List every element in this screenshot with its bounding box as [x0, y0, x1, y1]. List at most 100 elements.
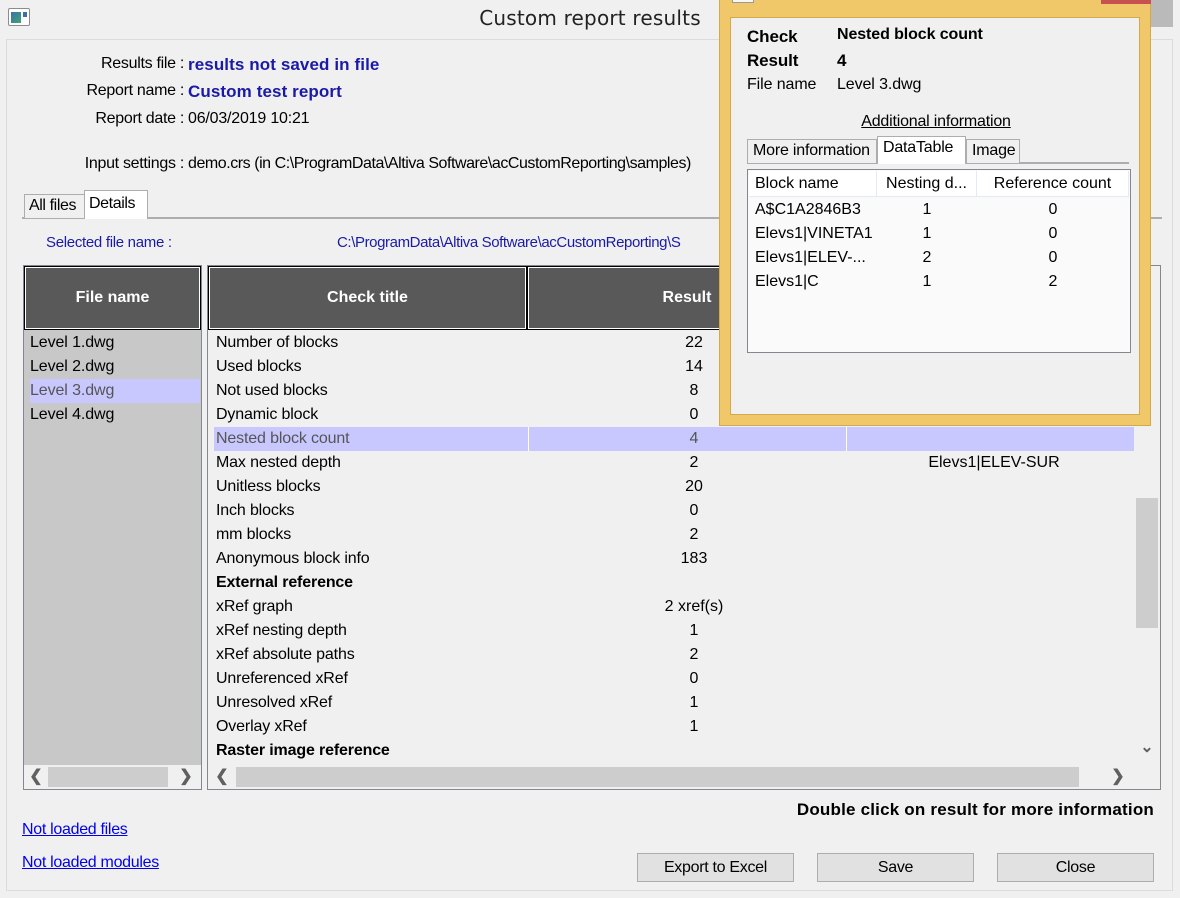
- tab-more-information[interactable]: More information: [747, 139, 877, 163]
- check-title: Inch blocks: [216, 502, 295, 519]
- check-result: 2 xref(s): [664, 598, 724, 615]
- data-table-row[interactable]: Elevs1|VINETA1 1 0: [748, 222, 1130, 246]
- selected-file-label: Selected file name :: [46, 234, 172, 251]
- tab-details[interactable]: Details: [84, 190, 148, 219]
- check-result: 2: [689, 526, 699, 543]
- files-horizontal-scrollbar[interactable]: ❮ ❯: [24, 765, 201, 789]
- check-row[interactable]: xRef graph 2 xref(s): [214, 595, 1134, 619]
- save-button[interactable]: Save: [817, 853, 974, 882]
- reference-count-cell: 0: [1048, 249, 1058, 266]
- popup-close-button[interactable]: [1101, 0, 1151, 4]
- nesting-depth-cell: 2: [922, 249, 932, 266]
- reference-count-cell: 2: [1048, 273, 1058, 290]
- check-row[interactable]: Anonymous block info 183: [214, 547, 1134, 571]
- block-name-column-header[interactable]: Block name: [749, 171, 877, 197]
- report-name-label: Report name :: [86, 82, 185, 99]
- data-table-row[interactable]: Elevs1|C 1 2: [748, 270, 1130, 294]
- check-result: 20: [685, 478, 703, 495]
- check-row[interactable]: Inch blocks 0: [214, 499, 1134, 523]
- result-detail-popup: Check Nested block count Result 4 File n…: [719, 0, 1151, 426]
- reference-count-cell: 0: [1048, 225, 1058, 242]
- tab-datatable[interactable]: DataTable: [877, 136, 966, 164]
- check-title: Unresolved xRef: [216, 694, 333, 711]
- check-title: xRef absolute paths: [216, 646, 355, 663]
- not-loaded-files-link[interactable]: Not loaded files: [22, 821, 128, 839]
- nesting-depth-cell: 1: [922, 273, 932, 290]
- check-row[interactable]: Max nested depth 2 Elevs1|ELEV-SUR: [214, 451, 1134, 475]
- check-row[interactable]: xRef absolute paths 2: [214, 643, 1134, 667]
- file-row[interactable]: Level 1.dwg: [30, 331, 200, 355]
- check-row[interactable]: Unitless blocks 20: [214, 475, 1134, 499]
- data-table-row[interactable]: A$C1A2846B3 1 0: [748, 198, 1130, 222]
- tab-all-files[interactable]: All files: [24, 194, 86, 218]
- not-loaded-modules-link[interactable]: Not loaded modules: [22, 854, 159, 872]
- export-to-excel-button[interactable]: Export to Excel: [637, 853, 794, 882]
- scrollbar-thumb[interactable]: [48, 767, 168, 787]
- data-table-row[interactable]: Elevs1|ELEV-... 2 0: [748, 246, 1130, 270]
- check-result: 1: [689, 622, 699, 639]
- check-title: Overlay xRef: [216, 718, 307, 735]
- file-row[interactable]: Level 4.dwg: [30, 403, 200, 427]
- checks-horizontal-scrollbar[interactable]: ❮ ❯: [208, 765, 1134, 789]
- check-result: 183: [680, 550, 708, 567]
- block-name-cell: A$C1A2846B3: [755, 201, 861, 218]
- check-group-row[interactable]: External reference: [214, 571, 1134, 595]
- scroll-left-icon[interactable]: ❮: [26, 765, 46, 789]
- report-date-label: Report date :: [95, 110, 184, 127]
- instruction-text: Double click on result for more informat…: [796, 800, 1154, 819]
- popup-icon[interactable]: [732, 0, 754, 3]
- result-value: 4: [837, 51, 847, 70]
- check-title: xRef graph: [216, 598, 293, 615]
- column-separator: [528, 427, 529, 451]
- check-title: Unitless blocks: [216, 478, 321, 495]
- check-title: Anonymous block info: [216, 550, 370, 567]
- check-result: 4: [689, 430, 699, 447]
- check-title-header[interactable]: Check title: [208, 266, 527, 330]
- report-date-value: 06/03/2019 10:21: [188, 110, 310, 127]
- popup-content: Check Nested block count Result 4 File n…: [730, 17, 1140, 415]
- reference-count-column-header[interactable]: Reference count: [977, 171, 1129, 197]
- file-row[interactable]: Level 2.dwg: [30, 355, 200, 379]
- file-name-header[interactable]: File name: [24, 266, 201, 330]
- selected-file-value: C:\ProgramData\Altiva Software\acCustomR…: [337, 234, 681, 251]
- tab-image[interactable]: Image: [966, 139, 1020, 163]
- nesting-depth-column-header[interactable]: Nesting d...: [877, 171, 977, 197]
- close-button[interactable]: Close: [997, 853, 1154, 882]
- check-value: Nested block count: [837, 26, 983, 43]
- file-row-selected[interactable]: Level 3.dwg: [30, 379, 200, 403]
- results-file-value: results not saved in file: [188, 55, 380, 74]
- scroll-down-icon[interactable]: ⌄: [1137, 736, 1157, 760]
- nesting-depth-cell: 1: [922, 201, 932, 218]
- check-title: Raster image reference: [216, 742, 390, 759]
- scroll-left-icon[interactable]: ❮: [212, 765, 232, 789]
- check-title: Max nested depth: [216, 454, 341, 471]
- block-name-cell: Elevs1|ELEV-...: [755, 249, 866, 266]
- check-title: Not used blocks: [216, 382, 328, 399]
- check-row[interactable]: Unresolved xRef 1: [214, 691, 1134, 715]
- check-result: 0: [689, 670, 699, 687]
- data-table: Block name Nesting d... Reference count …: [747, 169, 1131, 353]
- scrollbar-thumb[interactable]: [1136, 498, 1158, 628]
- results-file-label: Results file :: [101, 55, 184, 72]
- check-row[interactable]: xRef nesting depth 1: [214, 619, 1134, 643]
- scrollbar-thumb[interactable]: [236, 767, 1079, 787]
- check-result: 2: [689, 454, 699, 471]
- nesting-depth-cell: 1: [922, 225, 932, 242]
- block-name-cell: Elevs1|VINETA1: [755, 225, 873, 242]
- files-grid: File name Level 1.dwg Level 2.dwg Level …: [23, 265, 202, 790]
- file-name-label: File name: [747, 76, 817, 93]
- check-row[interactable]: mm blocks 2: [214, 523, 1134, 547]
- check-title: External reference: [216, 574, 353, 591]
- check-row[interactable]: Unreferenced xRef 0: [214, 667, 1134, 691]
- check-row-selected[interactable]: Nested block count 4: [214, 427, 1134, 451]
- check-group-row[interactable]: Raster image reference: [214, 739, 1134, 763]
- check-title: Nested block count: [216, 430, 350, 447]
- check-title: Unreferenced xRef: [216, 670, 348, 687]
- scroll-right-icon[interactable]: ❯: [1108, 765, 1128, 789]
- check-title: xRef nesting depth: [216, 622, 347, 639]
- check-row[interactable]: Overlay xRef 1: [214, 715, 1134, 739]
- reference-count-cell: 0: [1048, 201, 1058, 218]
- additional-information-heading: Additional information: [861, 113, 1011, 130]
- check-result: 2: [689, 646, 699, 663]
- scroll-right-icon[interactable]: ❯: [176, 765, 196, 789]
